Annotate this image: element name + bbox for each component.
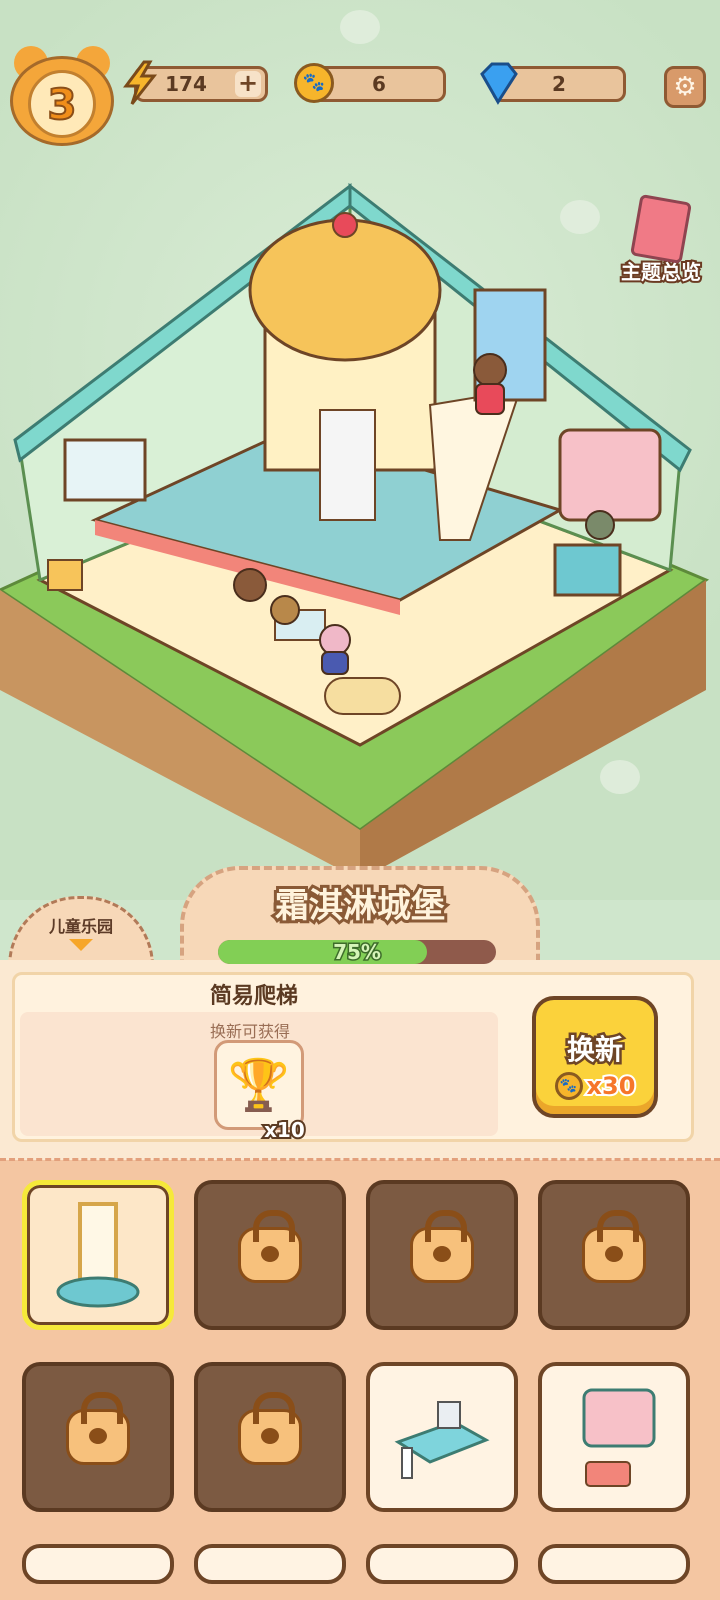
- coin-value: 6: [372, 72, 386, 96]
- item-tile-desk[interactable]: [366, 1362, 518, 1512]
- renew-label: 换新: [564, 1031, 625, 1069]
- chevron-down-icon: [69, 939, 93, 951]
- item-tile-gift-stack[interactable]: [194, 1362, 346, 1512]
- level-number: 3: [28, 70, 96, 138]
- renew-cost-value: x30: [585, 1070, 638, 1102]
- current-item-name: 简易爬梯: [210, 984, 299, 1009]
- desk-icon: [394, 1401, 490, 1479]
- renew-button[interactable]: 换新 🐾 x30: [532, 996, 658, 1118]
- item-tile-partial[interactable]: [194, 1544, 346, 1584]
- shelf-icon: [582, 1388, 656, 1487]
- item-tile-partial[interactable]: [366, 1544, 518, 1584]
- reward-count: x10: [262, 1116, 307, 1144]
- reward-caption: 换新可获得: [210, 1022, 291, 1041]
- item-tile-shelf[interactable]: [538, 1362, 690, 1512]
- lock-icon: [238, 1210, 302, 1283]
- item-tile-partial[interactable]: [538, 1544, 690, 1584]
- item-tile-partial[interactable]: [22, 1544, 174, 1584]
- lock-icon: [238, 1392, 302, 1465]
- item-tile-sign-mat[interactable]: [538, 1180, 690, 1330]
- lock-icon: [582, 1210, 646, 1283]
- theme-overview-button[interactable]: 主题总览: [606, 193, 716, 286]
- renew-cost: 🐾 x30: [536, 1070, 654, 1102]
- lock-icon: [410, 1210, 474, 1283]
- lock-icon: [66, 1392, 130, 1465]
- item-tile-ladder[interactable]: [22, 1180, 174, 1330]
- item-tile-wall-board[interactable]: [22, 1362, 174, 1512]
- lightning-icon: [120, 60, 160, 106]
- book-icon: [630, 193, 692, 265]
- energy-add-button[interactable]: +: [235, 71, 261, 97]
- gem-icon: [474, 60, 520, 106]
- building-title: 霜淇淋城堡: [272, 883, 448, 929]
- paw-coin-icon: 🐾: [294, 60, 334, 106]
- panel-divider: [0, 1158, 720, 1161]
- settings-gear-icon[interactable]: ⚙: [664, 66, 706, 108]
- ladder-icon: [56, 1202, 140, 1308]
- building-progress-bar: 75%: [218, 940, 496, 964]
- zone-label: 儿童乐园: [48, 917, 113, 936]
- item-tile-dome-tower[interactable]: [366, 1180, 518, 1330]
- paw-coin-icon: 🐾: [554, 1072, 583, 1100]
- progress-text: 75%: [332, 940, 383, 964]
- trophy-icon: 🏆: [214, 1040, 304, 1130]
- item-tile-slide[interactable]: [194, 1180, 346, 1330]
- player-level-badge[interactable]: 3: [10, 46, 114, 146]
